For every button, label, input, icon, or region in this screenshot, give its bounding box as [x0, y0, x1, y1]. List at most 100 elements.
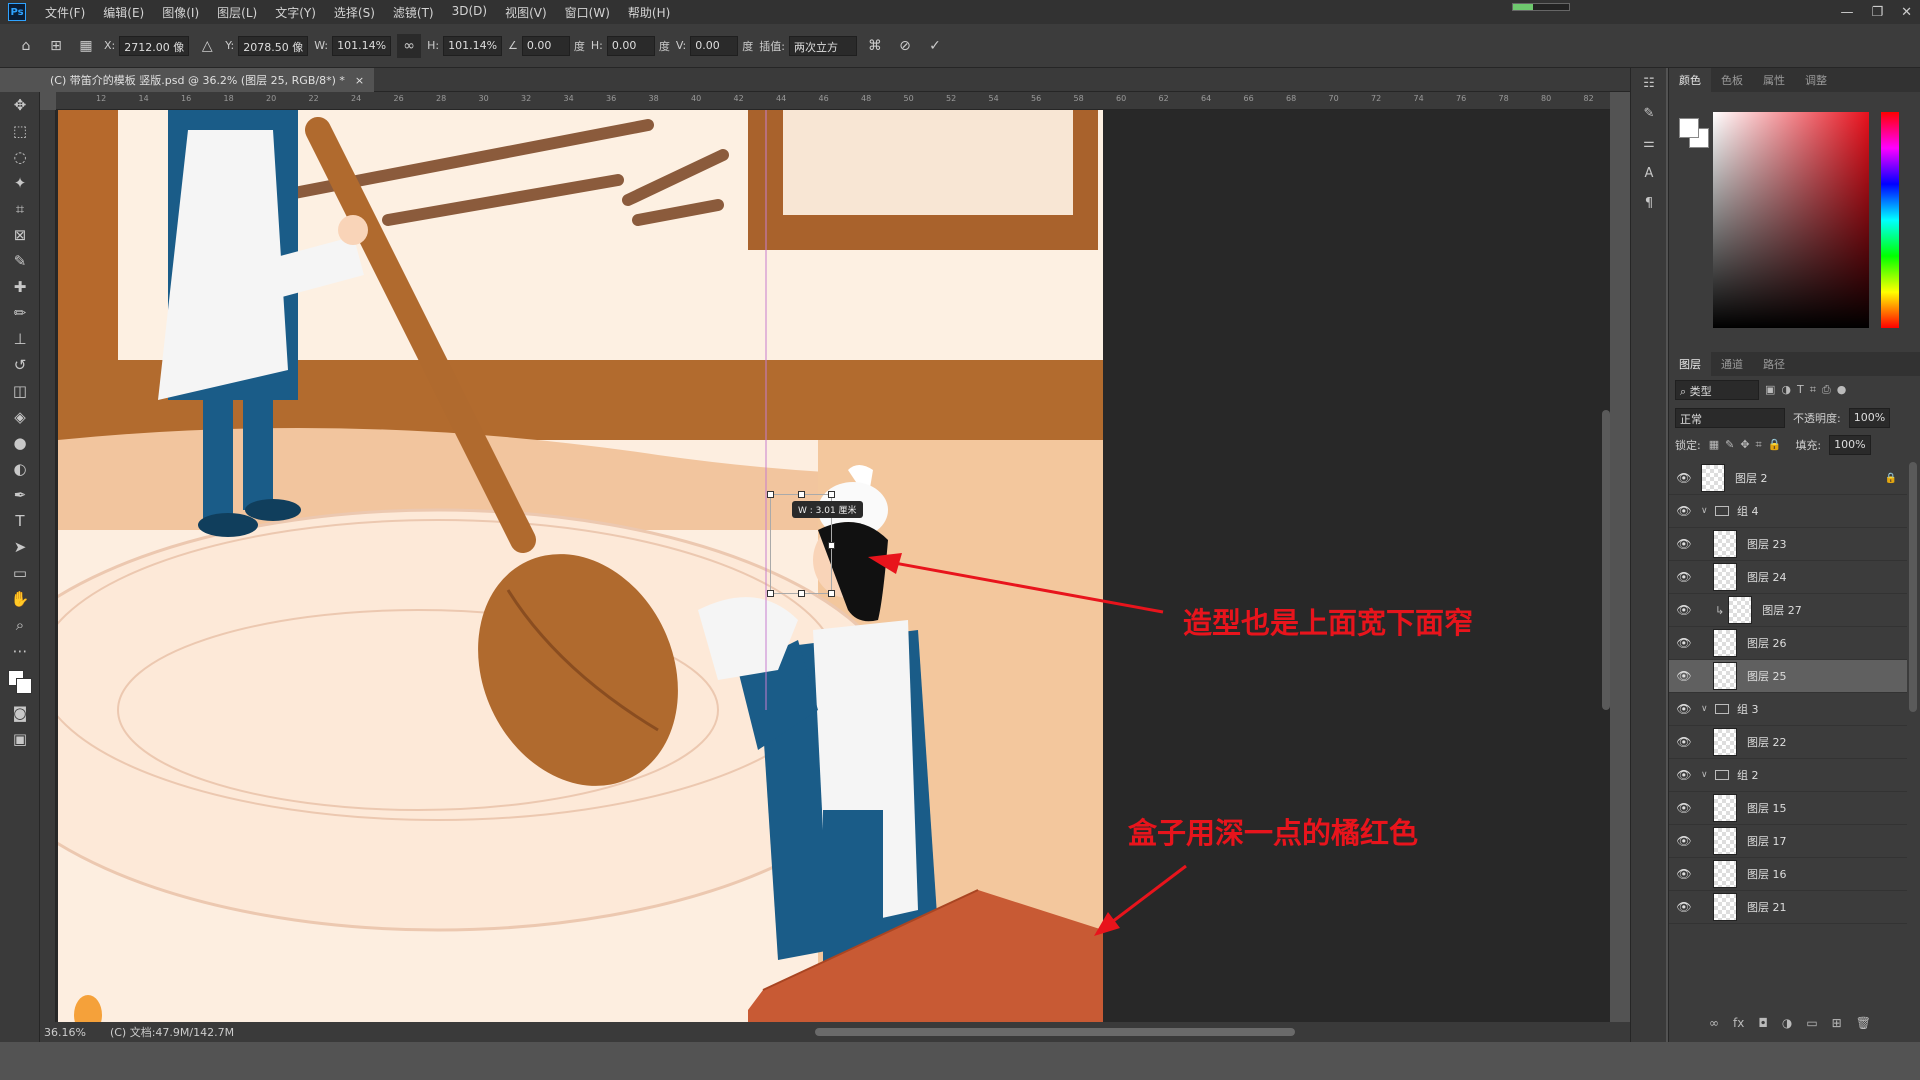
reference-grid-icon[interactable]: ▦ [74, 34, 98, 58]
restore-button[interactable]: ❐ [1871, 5, 1883, 20]
w-input[interactable]: 101.14% [332, 35, 392, 56]
tab-swatches[interactable]: 色板 [1711, 68, 1753, 92]
reference-point-icon[interactable]: ⊞ [44, 34, 68, 58]
photoshop-logo-icon[interactable]: Ps [8, 3, 26, 21]
layer-row[interactable]: 👁 图层 21 [1669, 891, 1907, 924]
adjustments-panel-icon[interactable]: ⚌ [1631, 128, 1667, 158]
visibility-eye-icon[interactable]: 👁 [1669, 603, 1699, 617]
layer-row[interactable]: 👁 图层 25 [1669, 660, 1907, 693]
crop-tool-icon[interactable]: ⌗ [0, 196, 40, 222]
layer-row[interactable]: 👁 ↳ 图层 27 [1669, 594, 1907, 627]
marquee-tool-icon[interactable]: ⬚ [0, 118, 40, 144]
menu-item[interactable]: 视图(V) [496, 4, 556, 21]
dodge-tool-icon[interactable]: ◐ [0, 456, 40, 482]
type-tool-icon[interactable]: T [0, 508, 40, 534]
filter-icons[interactable]: ▣◑T⌗⎙● [1765, 383, 1852, 397]
minimize-button[interactable]: — [1840, 5, 1853, 20]
hskew-input[interactable]: 0.00 [606, 35, 655, 56]
artwork-canvas[interactable]: W : 3.01 厘米 [58, 110, 1103, 1022]
home-icon[interactable]: ⌂ [14, 34, 38, 58]
lasso-tool-icon[interactable]: ◌ [0, 144, 40, 170]
interp-select[interactable]: 两次立方 [788, 35, 857, 56]
tab-properties[interactable]: 属性 [1753, 68, 1795, 92]
visibility-eye-icon[interactable]: 👁 [1669, 504, 1699, 518]
rectangle-tool-icon[interactable]: ▭ [0, 560, 40, 586]
visibility-eye-icon[interactable]: 👁 [1669, 636, 1699, 650]
layer-row[interactable]: 👁 图层 26 [1669, 627, 1907, 660]
fg-bg-colors[interactable] [0, 664, 40, 700]
transform-handle[interactable] [798, 491, 805, 498]
healing-brush-tool-icon[interactable]: ✚ [0, 274, 40, 300]
layer-row[interactable]: 👁 图层 15 [1669, 792, 1907, 825]
commit-transform-icon[interactable]: ✓ [923, 34, 947, 58]
visibility-eye-icon[interactable]: 👁 [1669, 900, 1699, 914]
path-selection-tool-icon[interactable]: ➤ [0, 534, 40, 560]
new-group-icon[interactable]: ▭ [1806, 1016, 1817, 1038]
layers-scrollbar[interactable] [1909, 462, 1917, 712]
foreground-color-swatch[interactable] [1679, 118, 1699, 138]
menu-item[interactable]: 帮助(H) [619, 4, 679, 21]
eraser-tool-icon[interactable]: ◫ [0, 378, 40, 404]
layer-row[interactable]: 👁 图层 16 [1669, 858, 1907, 891]
move-tool-icon[interactable]: ✥ [0, 92, 40, 118]
tab-layers[interactable]: 图层 [1669, 352, 1711, 376]
layer-filter-select[interactable]: ⌕ 类型 [1675, 380, 1759, 400]
hand-tool-icon[interactable]: ✋ [0, 586, 40, 612]
character-panel-icon[interactable]: A [1631, 158, 1667, 188]
horizontal-scrollbar[interactable] [815, 1028, 1295, 1036]
transform-handle[interactable] [828, 542, 835, 549]
layer-group-row[interactable]: 👁 ∨ 组 4 [1669, 495, 1907, 528]
pen-tool-icon[interactable]: ✒ [0, 482, 40, 508]
visibility-eye-icon[interactable]: 👁 [1669, 867, 1699, 881]
quick-mask-icon[interactable]: ◙ [0, 700, 40, 726]
layer-group-row[interactable]: 👁 ∨ 组 3 [1669, 693, 1907, 726]
layer-row[interactable]: 👁 图层 23 [1669, 528, 1907, 561]
menu-item[interactable]: 3D(D) [443, 4, 496, 21]
opacity-input[interactable]: 100% [1848, 408, 1891, 428]
tab-color[interactable]: 颜色 [1669, 68, 1711, 92]
paint-bucket-tool-icon[interactable]: ◈ [0, 404, 40, 430]
visibility-eye-icon[interactable]: 👁 [1669, 669, 1699, 683]
visibility-eye-icon[interactable]: 👁 [1669, 735, 1699, 749]
zoom-tool-icon[interactable]: ⌕ [0, 612, 40, 638]
blur-tool-icon[interactable]: ● [0, 430, 40, 456]
screen-mode-icon[interactable]: ▣ [0, 726, 40, 752]
adjustment-layer-icon[interactable]: ◑ [1782, 1016, 1792, 1038]
warp-icon[interactable]: ⌘ [863, 34, 887, 58]
menu-item[interactable]: 图像(I) [153, 4, 208, 21]
menu-item[interactable]: 图层(L) [208, 4, 266, 21]
fill-input[interactable]: 100% [1829, 435, 1871, 455]
document-info[interactable]: (C) 文档:47.9M/142.7M [110, 1024, 234, 1040]
visibility-eye-icon[interactable]: 👁 [1669, 570, 1699, 584]
visibility-eye-icon[interactable]: 👁 [1669, 537, 1699, 551]
transform-handle[interactable] [828, 590, 835, 597]
history-brush-tool-icon[interactable]: ↺ [0, 352, 40, 378]
brush-panel-icon[interactable]: ✎ [1631, 98, 1667, 128]
history-panel-icon[interactable]: ☷ [1631, 68, 1667, 98]
trash-icon[interactable]: 🗑 [1856, 1016, 1871, 1038]
new-layer-icon[interactable]: ⊞ [1832, 1016, 1842, 1038]
tab-adjustments[interactable]: 调整 [1795, 68, 1837, 92]
menu-item[interactable]: 文字(Y) [266, 4, 325, 21]
layer-row[interactable]: 👁 图层 24 [1669, 561, 1907, 594]
tab-channels[interactable]: 通道 [1711, 352, 1753, 376]
visibility-eye-icon[interactable]: 👁 [1669, 471, 1699, 485]
transform-handle[interactable] [828, 491, 835, 498]
vskew-input[interactable]: 0.00 [690, 35, 739, 56]
angle-input[interactable]: 0.00 [521, 35, 570, 56]
frame-tool-icon[interactable]: ⊠ [0, 222, 40, 248]
tab-paths[interactable]: 路径 [1753, 352, 1795, 376]
layer-row[interactable]: 👁 图层 22 [1669, 726, 1907, 759]
color-picker-field[interactable] [1713, 112, 1869, 328]
menu-item[interactable]: 滤镜(T) [384, 4, 443, 21]
paragraph-panel-icon[interactable]: ¶ [1631, 188, 1667, 218]
visibility-eye-icon[interactable]: 👁 [1669, 768, 1699, 782]
color-swatches[interactable] [1679, 118, 1709, 148]
layer-row[interactable]: 👁 图层 2 🔒 [1669, 462, 1907, 495]
transform-handle[interactable] [798, 590, 805, 597]
close-tab-icon[interactable]: × [355, 74, 364, 87]
layer-row[interactable]: 👁 图层 17 [1669, 825, 1907, 858]
transform-handle[interactable] [767, 491, 774, 498]
visibility-eye-icon[interactable]: 👁 [1669, 702, 1699, 716]
blend-mode-select[interactable]: 正常 [1675, 408, 1785, 428]
